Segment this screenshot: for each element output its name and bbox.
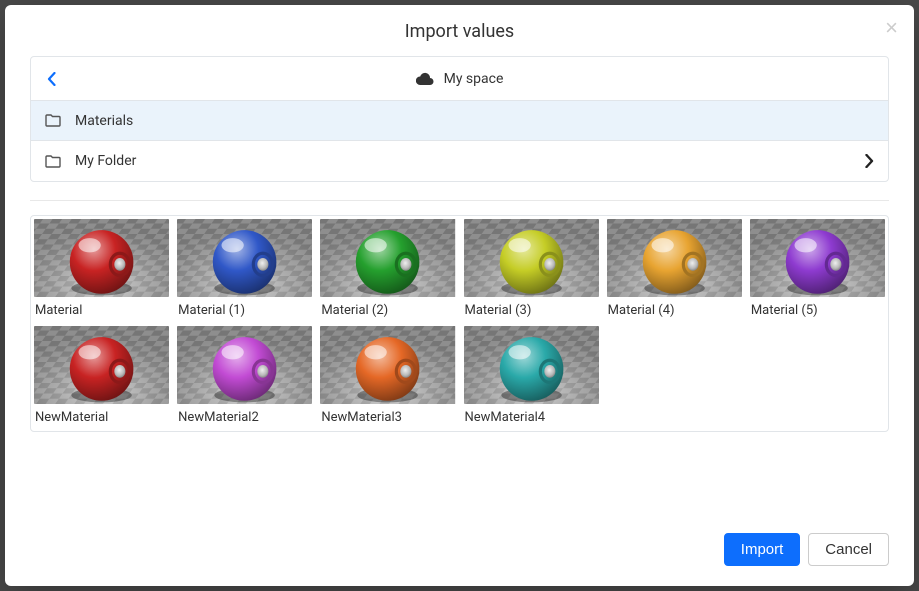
material-tile[interactable]: Material (3) <box>464 219 599 318</box>
close-icon: × <box>885 15 898 40</box>
material-thumbnail <box>177 219 312 297</box>
material-tile[interactable]: NewMaterial2 <box>177 326 312 425</box>
chevron-right-icon <box>865 154 874 168</box>
material-tile[interactable]: Material <box>34 219 169 318</box>
modal-body: My space Materials My Folder <box>5 56 914 519</box>
material-tile[interactable]: NewMaterial4 <box>464 326 599 425</box>
material-tile[interactable]: Material (2) <box>320 219 455 318</box>
material-label: Material (1) <box>177 303 312 318</box>
back-button[interactable] <box>31 72 71 86</box>
modal-header: Import values × <box>5 5 914 56</box>
material-thumbnail <box>34 219 169 297</box>
material-label: Material (4) <box>607 303 742 318</box>
material-label: Material (5) <box>750 303 885 318</box>
folder-list: Materials My Folder <box>31 101 888 181</box>
location-label: My space <box>444 71 504 87</box>
folder-icon <box>45 155 61 168</box>
material-thumbnail <box>177 326 312 404</box>
import-button[interactable]: Import <box>724 533 801 566</box>
folder-label: Materials <box>75 113 874 129</box>
material-label: Material <box>34 303 169 318</box>
material-label: NewMaterial <box>34 410 169 425</box>
material-tile[interactable]: NewMaterial3 <box>320 326 455 425</box>
material-thumbnail <box>464 219 599 297</box>
close-button[interactable]: × <box>885 17 898 39</box>
modal-title: Import values <box>25 21 894 42</box>
material-tile[interactable]: Material (5) <box>750 219 885 318</box>
cloud-icon <box>416 72 434 85</box>
material-grid-panel: Material <box>30 215 889 432</box>
material-tile[interactable]: Material (4) <box>607 219 742 318</box>
folder-label: My Folder <box>75 153 851 169</box>
material-label: NewMaterial2 <box>177 410 312 425</box>
cancel-button[interactable]: Cancel <box>808 533 889 566</box>
folder-row[interactable]: Materials <box>31 101 888 141</box>
import-values-modal: Import values × My space Materials My Fol… <box>5 5 914 586</box>
material-label: NewMaterial4 <box>464 410 599 425</box>
material-thumbnail <box>607 219 742 297</box>
material-label: Material (3) <box>464 303 599 318</box>
chevron-left-icon <box>47 72 56 86</box>
folder-row[interactable]: My Folder <box>31 141 888 181</box>
folder-icon <box>45 114 61 127</box>
material-thumbnail <box>464 326 599 404</box>
material-thumbnail <box>750 219 885 297</box>
material-thumbnail <box>34 326 169 404</box>
material-label: Material (2) <box>320 303 455 318</box>
material-thumbnail <box>320 219 455 297</box>
material-tile[interactable]: Material (1) <box>177 219 312 318</box>
section-divider <box>30 200 889 201</box>
material-label: NewMaterial3 <box>320 410 455 425</box>
material-tile[interactable]: NewMaterial <box>34 326 169 425</box>
modal-footer: Import Cancel <box>5 519 914 586</box>
material-thumbnail <box>320 326 455 404</box>
browser-header: My space <box>31 57 888 101</box>
current-location: My space <box>71 71 848 87</box>
material-grid: Material <box>34 219 885 425</box>
folder-browser: My space Materials My Folder <box>30 56 889 182</box>
